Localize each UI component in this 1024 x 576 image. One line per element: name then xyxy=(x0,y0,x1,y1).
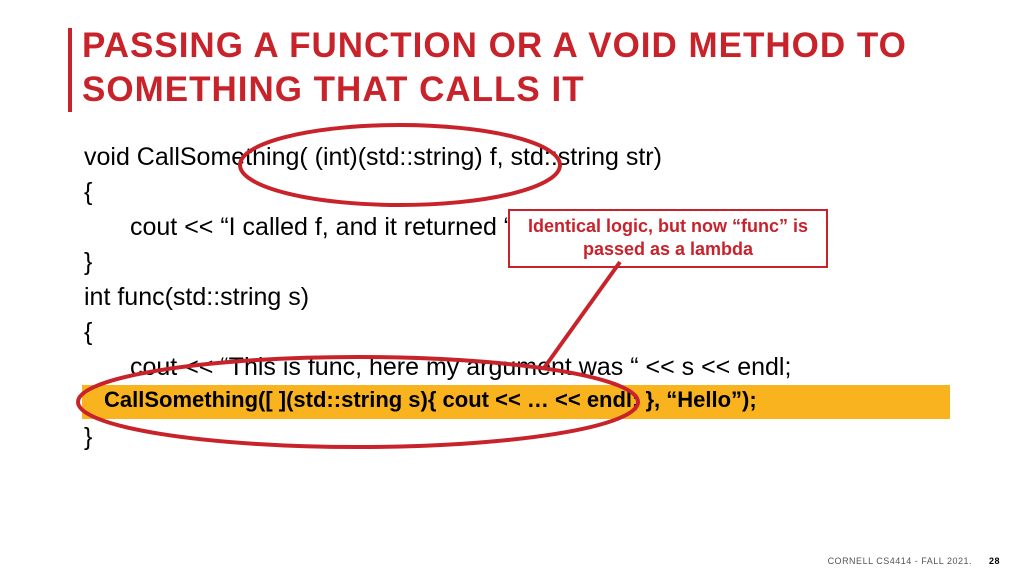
code-line: void CallSomething( (int)(std::string) f… xyxy=(84,140,791,175)
footer-text: CORNELL CS4414 - FALL 2021. xyxy=(828,556,972,566)
highlighted-code: CallSomething([ ](std::string s){ cout <… xyxy=(104,387,757,413)
slide-footer: CORNELL CS4414 - FALL 2021. 28 xyxy=(828,556,1000,566)
page-number: 28 xyxy=(989,556,1000,566)
code-line: { xyxy=(84,315,791,350)
title-accent-bar xyxy=(68,28,72,112)
slide-title: PASSING A FUNCTION OR A VOID METHOD TO S… xyxy=(82,24,964,112)
code-line: { xyxy=(84,175,791,210)
code-line: int func(std::string s) xyxy=(84,280,791,315)
annotation-callout: Identical logic, but now “func” is passe… xyxy=(508,209,828,268)
code-line: cout << “This is func, here my argument … xyxy=(84,350,791,385)
code-line: } xyxy=(84,420,791,455)
